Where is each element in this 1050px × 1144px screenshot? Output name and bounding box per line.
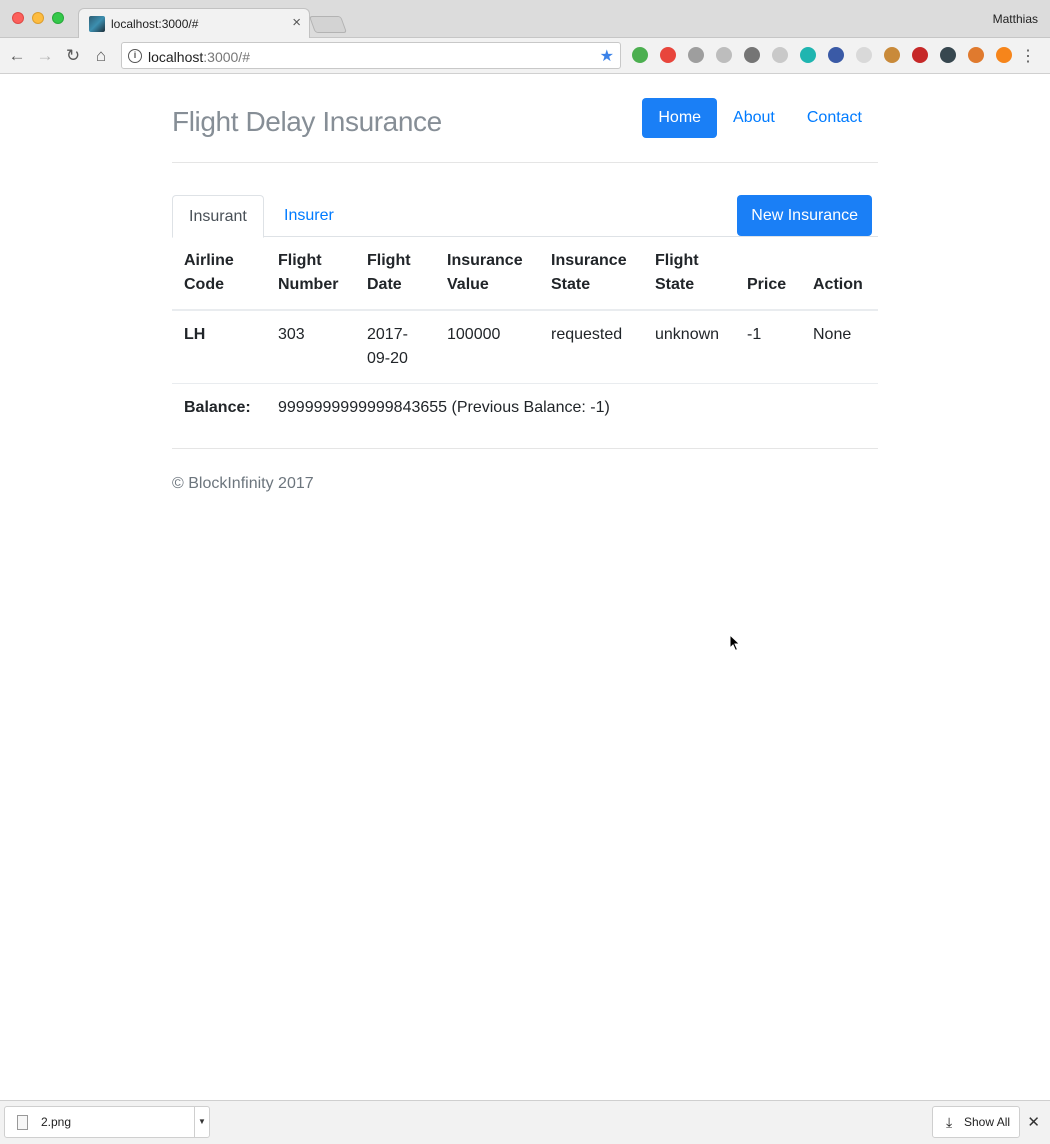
back-icon[interactable]: ← <box>6 45 28 67</box>
new-insurance-button[interactable]: New Insurance <box>737 195 872 236</box>
ext-green-icon[interactable] <box>632 47 648 63</box>
favicon-icon <box>89 16 105 32</box>
col-header-line: Date <box>367 276 402 293</box>
col-header-line: Flight <box>278 252 322 269</box>
col-header-line: Insurance <box>447 252 523 269</box>
col-header-line: Value <box>447 276 489 293</box>
profile-name[interactable]: Matthias <box>993 12 1038 26</box>
download-icon: ⤓ <box>946 1114 953 1130</box>
home-icon[interactable]: ⌂ <box>90 45 112 67</box>
browser-toolbar: ← → ↻ ⌂ i localhost:3000/# ★ ⋮ <box>0 38 1050 74</box>
info-icon[interactable]: i <box>128 49 142 63</box>
ext-a-icon[interactable] <box>912 47 928 63</box>
mouse-cursor-icon <box>729 634 741 652</box>
page-title: Flight Delay Insurance <box>172 106 442 137</box>
col-header-line: Flight <box>655 252 699 269</box>
cell-flight-date-line: 2017- <box>367 326 408 343</box>
col-header-line: State <box>655 276 695 293</box>
col-header-line: Code <box>184 276 224 293</box>
download-item[interactable]: 2.png ▼ <box>4 1106 210 1138</box>
col-header: Flight State <box>643 237 735 311</box>
url-text: localhost:3000/# <box>148 49 250 65</box>
col-header-line: State <box>551 276 591 293</box>
close-icon[interactable]: ✕ <box>1027 1113 1040 1131</box>
close-window-button[interactable] <box>12 12 24 24</box>
col-header-line: Number <box>278 276 339 293</box>
ext-circle-icon[interactable] <box>940 47 956 63</box>
cell-flight-date: 2017- 09-20 <box>355 309 435 384</box>
top-nav: Home About Contact <box>642 98 878 138</box>
forward-icon[interactable]: → <box>34 45 56 67</box>
ext-puzzle-icon[interactable] <box>856 47 872 63</box>
nav-home-link[interactable]: Home <box>642 98 718 138</box>
col-header: Insurance State <box>539 237 643 311</box>
insurance-table: Airline Code Flight Number Flight Date Insu… <box>172 237 878 436</box>
bookmark-star-icon[interactable]: ★ <box>600 46 614 66</box>
cell-price: -1 <box>735 309 801 384</box>
ext-off-icon[interactable] <box>968 47 984 63</box>
show-all-button[interactable]: ⤓ Show All <box>932 1106 1020 1138</box>
page-footer: © BlockInfinity 2017 <box>172 448 878 493</box>
nav-contact-link[interactable]: Contact <box>791 98 878 138</box>
reload-icon[interactable]: ↻ <box>62 45 84 67</box>
table-row: LH 303 2017- 09-20 100000 requested unkno… <box>172 309 878 384</box>
ext-link-icon[interactable] <box>744 47 760 63</box>
file-icon <box>17 1115 28 1130</box>
ext-grid-icon[interactable] <box>772 47 788 63</box>
col-header-line: Action <box>813 276 863 293</box>
new-tab-button[interactable] <box>308 16 348 33</box>
cell-flight-state: unknown <box>643 309 735 384</box>
download-file-name: 2.png <box>41 1115 72 1129</box>
col-header: Flight Date <box>355 237 435 311</box>
ext-cookie-icon[interactable] <box>884 47 900 63</box>
show-all-label: Show All <box>964 1115 1011 1129</box>
cell-insurance-value: 100000 <box>435 309 539 384</box>
ext-z-icon[interactable] <box>828 47 844 63</box>
ext-reader-icon[interactable] <box>716 47 732 63</box>
browser-menu-icon[interactable]: ⋮ <box>1020 46 1036 66</box>
footer-text: © BlockInfinity 2017 <box>172 475 314 492</box>
col-header-line: Airline <box>184 252 234 269</box>
ext-eye-icon[interactable] <box>688 47 704 63</box>
cell-insurance-state: requested <box>539 309 643 384</box>
ext-metamask-icon[interactable] <box>996 47 1012 63</box>
balance-row: Balance: 9999999999999843655 (Previous B… <box>172 383 878 436</box>
nav-about-link[interactable]: About <box>717 98 791 138</box>
browser-tab[interactable]: localhost:3000/# × <box>78 8 310 39</box>
ext-chrome-icon[interactable] <box>660 47 676 63</box>
minimize-window-button[interactable] <box>32 12 44 24</box>
tab-insurer[interactable]: Insurer <box>268 195 350 237</box>
col-header-line: Flight <box>367 252 411 269</box>
cell-flight-date-line: 09-20 <box>367 350 408 367</box>
tab-insurant[interactable]: Insurant <box>172 195 264 238</box>
col-header: Price <box>735 237 801 311</box>
tab-close-icon[interactable]: × <box>292 14 301 31</box>
cell-airline-code: LH <box>172 309 266 384</box>
page-header: Flight Delay Insurance Home About Contac… <box>172 74 878 163</box>
address-bar[interactable]: i localhost:3000/# ★ <box>121 42 621 69</box>
ext-m-icon[interactable] <box>800 47 816 63</box>
cell-flight-number: 303 <box>266 309 355 384</box>
col-header: Action <box>801 237 878 311</box>
col-header: Flight Number <box>266 237 355 311</box>
url-path: :3000/# <box>203 49 250 65</box>
table-header-row: Airline Code Flight Number Flight Date Insu… <box>172 237 878 311</box>
col-header: Airline Code <box>172 237 266 311</box>
balance-label: Balance: <box>172 383 266 436</box>
col-header-line: Price <box>747 276 787 293</box>
tab-title: localhost:3000/# <box>111 17 199 31</box>
balance-value: 9999999999999843655 (Previous Balance: -… <box>266 383 878 436</box>
chevron-down-icon[interactable]: ▼ <box>194 1107 209 1137</box>
col-header: Insurance Value <box>435 237 539 311</box>
tabs-row: Insurant Insurer New Insurance <box>172 195 878 238</box>
browser-titlebar: localhost:3000/# × Matthias <box>0 0 1050 39</box>
download-bar: 2.png ▼ ⤓ Show All ✕ <box>0 1100 1050 1144</box>
maximize-window-button[interactable] <box>52 12 64 24</box>
cell-action: None <box>801 309 878 384</box>
url-host: localhost <box>148 49 204 65</box>
page-container: Flight Delay Insurance Home About Contac… <box>172 74 878 493</box>
col-header-line: Insurance <box>551 252 627 269</box>
